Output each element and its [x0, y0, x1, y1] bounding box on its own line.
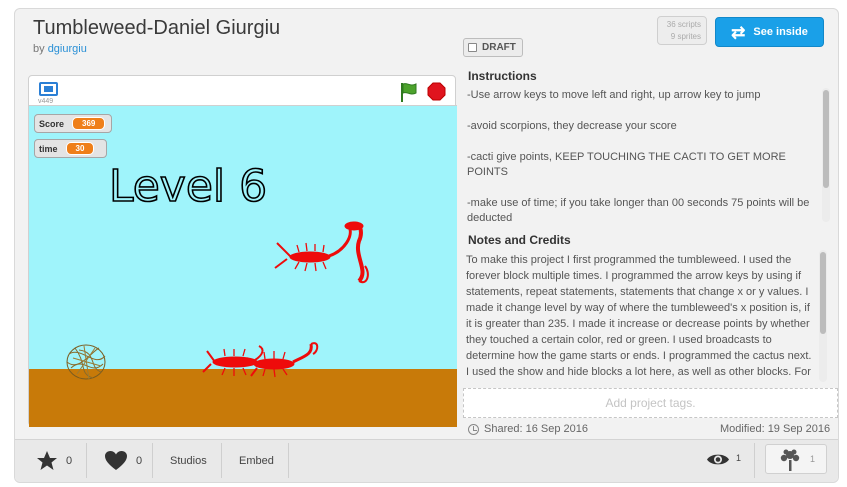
see-inside-label: See inside [753, 26, 808, 38]
stage-scene: Level 6 [66, 160, 369, 380]
embed-button[interactable]: Embed [239, 439, 274, 482]
player-version: v449 [38, 98, 54, 105]
instruction-line: -cacti give points, KEEP TOUCHING THE CA… [467, 151, 786, 178]
eye-icon [707, 454, 729, 465]
remixes-count: 1 [810, 454, 816, 464]
clock-icon [468, 423, 479, 435]
shared-label: Shared: 16 Sep 2016 [484, 423, 588, 435]
scorpion-sprite [246, 342, 319, 378]
project-stats: 36 scripts 9 sprites [657, 16, 707, 45]
project-title: Tumbleweed-Daniel Giurgiu [33, 17, 281, 39]
stage[interactable]: Score 369 time 30 Level 6 [29, 105, 457, 427]
scripts-count: 36 scripts [666, 20, 701, 29]
byline: by dgiurgiu [33, 43, 87, 55]
project-tags-input[interactable]: Add project tags. [463, 388, 838, 418]
divider [152, 443, 153, 478]
remix-tree-button[interactable]: 1 [765, 444, 827, 474]
draft-label: DRAFT [482, 42, 516, 53]
see-inside-button[interactable]: ⇄ See inside [715, 17, 824, 47]
green-flag-icon[interactable] [398, 81, 418, 103]
instruction-line: -Use arrow keys to move left and right, … [467, 89, 761, 101]
fullscreen-icon[interactable] [39, 82, 58, 96]
instructions-text[interactable]: -Use arrow keys to move left and right, … [464, 84, 832, 222]
notes-heading: Notes and Credits [468, 233, 571, 247]
views-count: 1 [736, 452, 742, 463]
see-inside-icon: ⇄ [731, 22, 746, 42]
tumbleweed-sprite [66, 344, 106, 380]
divider [86, 443, 87, 478]
divider [221, 443, 222, 478]
sprites-count: 9 sprites [670, 32, 701, 41]
star-icon [37, 451, 57, 470]
by-prefix: by [33, 43, 45, 55]
draft-checkbox[interactable] [468, 43, 477, 52]
project-player: v449 Score 369 time 30 Level 6 [28, 75, 457, 427]
notes-text[interactable]: To make this project I first programmed … [464, 247, 832, 383]
instructions-scrollbar[interactable] [823, 90, 829, 188]
level-text: Level 6 [109, 161, 267, 212]
modified-date: Modified: 19 Sep 2016 [720, 423, 831, 435]
scorpion-sprite [274, 221, 369, 284]
divider [288, 443, 289, 478]
draft-toggle[interactable]: DRAFT [463, 38, 523, 57]
loves-count: 0 [136, 454, 143, 467]
instruction-line: -avoid scorpions, they decrease your sco… [467, 120, 677, 132]
studios-button[interactable]: Studios [170, 439, 207, 482]
stop-icon[interactable] [427, 82, 446, 101]
favorite-button[interactable]: 0 [36, 439, 72, 482]
notes-scrollbar[interactable] [820, 252, 826, 334]
shared-date: Shared: 16 Sep 2016 [468, 423, 588, 435]
instruction-line: -make use of time; if you take longer th… [467, 197, 810, 222]
love-button[interactable]: 0 [104, 439, 142, 482]
remix-tree-icon [780, 449, 800, 471]
heart-icon [105, 451, 127, 470]
author-link[interactable]: dgiurgiu [48, 43, 87, 55]
favorites-count: 0 [66, 454, 73, 467]
divider [754, 443, 755, 478]
instructions-heading: Instructions [468, 69, 537, 83]
